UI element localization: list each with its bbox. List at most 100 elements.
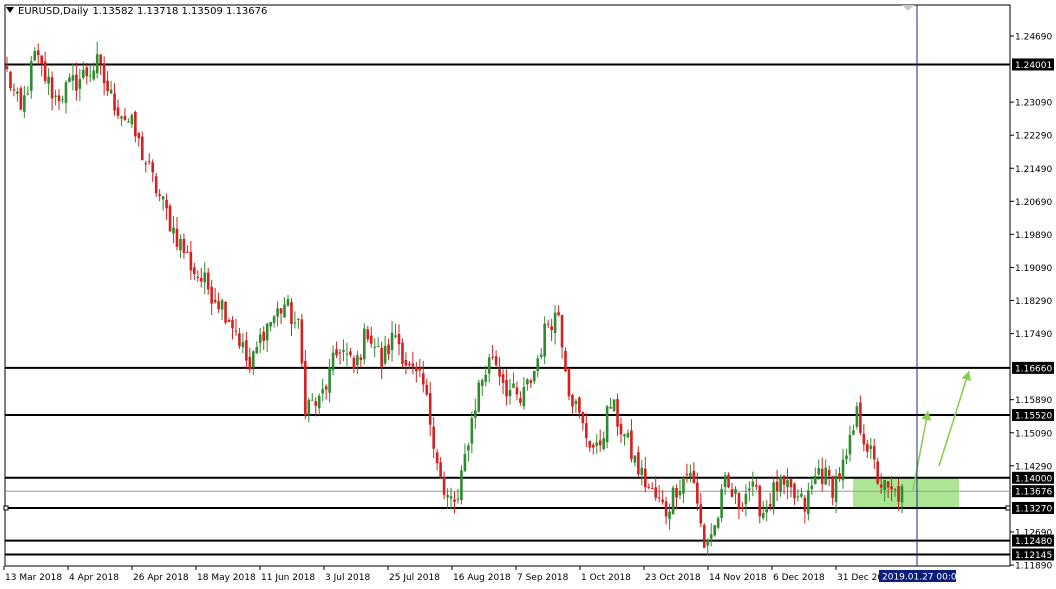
candle: [199, 268, 203, 288]
candle: [147, 153, 151, 165]
y-tick-label: 1.19090: [1015, 264, 1052, 274]
candle: [841, 448, 845, 489]
candle: [61, 95, 64, 103]
candle: [258, 328, 262, 353]
candle: [543, 316, 546, 364]
candle: [137, 132, 141, 147]
candle: [637, 446, 640, 477]
candle: [716, 516, 720, 530]
candle: [699, 492, 703, 527]
candle: [33, 47, 37, 62]
candle: [807, 482, 810, 521]
candle: [144, 160, 148, 173]
candle: [401, 338, 404, 368]
candle: [68, 73, 71, 83]
chart-shift-marker-icon[interactable]: [902, 5, 914, 11]
candle: [397, 324, 401, 356]
candle: [113, 83, 116, 116]
candle: [324, 384, 328, 400]
x-tick-label: 31 Dec 20: [837, 573, 883, 583]
x-tick-label: 14 Nov 2018: [709, 573, 767, 583]
candle: [772, 477, 775, 515]
candle: [206, 267, 210, 295]
candle: [529, 378, 533, 389]
candle: [453, 491, 456, 514]
candle: [560, 314, 564, 359]
candle: [876, 457, 880, 485]
x-tick-label: 6 Dec 2018: [773, 573, 825, 583]
candle: [165, 193, 168, 220]
candle: [675, 484, 678, 510]
candle: [480, 378, 484, 396]
candle: [248, 347, 252, 374]
candle: [231, 316, 234, 340]
y-tick-label: 1.19890: [1015, 231, 1052, 241]
x-tick-label: 25 Jul 2018: [389, 573, 440, 583]
candle: [29, 55, 33, 99]
candle: [706, 538, 710, 555]
level-handle[interactable]: [1005, 505, 1011, 511]
svg-text:1.13270: 1.13270: [1015, 504, 1052, 514]
candle: [310, 392, 314, 401]
candle: [50, 71, 54, 111]
y-tick-label: 1.20690: [1015, 198, 1052, 208]
arrows-layer: [912, 370, 972, 491]
level-handle[interactable]: [3, 505, 9, 511]
candle: [657, 485, 661, 503]
candle: [255, 341, 259, 354]
y-tick-label: 1.18290: [1015, 297, 1052, 307]
candle: [158, 188, 161, 202]
candle: [460, 465, 463, 505]
candle: [626, 429, 630, 439]
candle: [314, 397, 318, 417]
candle: [120, 115, 123, 126]
candle: [845, 449, 848, 465]
candle: [300, 313, 304, 368]
candle: [130, 113, 134, 128]
candle: [650, 482, 654, 490]
candle: [671, 485, 675, 515]
price-axis[interactable]: 1.24001 1.16660 1.15520 1.14000 1.13270 1.124…: [1010, 33, 1054, 572]
candle: [532, 370, 536, 385]
candle: [109, 80, 113, 95]
candle: [591, 442, 595, 455]
candle: [168, 203, 172, 232]
candle: [213, 287, 217, 304]
candle: [553, 305, 557, 345]
candle: [182, 233, 186, 259]
candle: [852, 424, 855, 436]
candle: [474, 398, 477, 429]
chart-canvas[interactable]: 1.24001 1.16660 1.15520 1.14000 1.13270 1.124…: [0, 0, 1056, 589]
candle: [376, 337, 380, 348]
y-tick-label: 1.22290: [1015, 132, 1052, 142]
candle: [241, 333, 245, 354]
candle: [571, 394, 574, 414]
candle: [75, 62, 78, 101]
candle: [751, 471, 755, 497]
y-tick-label: 1.24690: [1015, 33, 1052, 43]
candle: [16, 87, 19, 102]
candle: [800, 487, 803, 499]
candle: [359, 354, 363, 368]
candle: [189, 241, 193, 280]
time-axis[interactable]: 13 Mar 2018 4 Apr 2018 26 Apr 2018 18 May 2…: [3, 566, 883, 583]
candle: [78, 68, 82, 102]
candle: [12, 83, 16, 97]
candle: [831, 475, 834, 506]
candle: [421, 361, 425, 393]
candle: [512, 372, 515, 388]
candle: [279, 308, 283, 324]
candle: [262, 326, 266, 351]
candle: [574, 398, 578, 413]
candle: [106, 71, 109, 96]
candle: [85, 62, 89, 85]
candle: [467, 442, 470, 462]
candle: [390, 320, 394, 362]
svg-text:1.24001: 1.24001: [1015, 61, 1052, 71]
candle: [682, 476, 685, 504]
candle: [567, 367, 571, 401]
candle: [678, 479, 682, 500]
candle: [630, 419, 633, 463]
candle: [723, 471, 727, 496]
candle: [522, 377, 526, 410]
